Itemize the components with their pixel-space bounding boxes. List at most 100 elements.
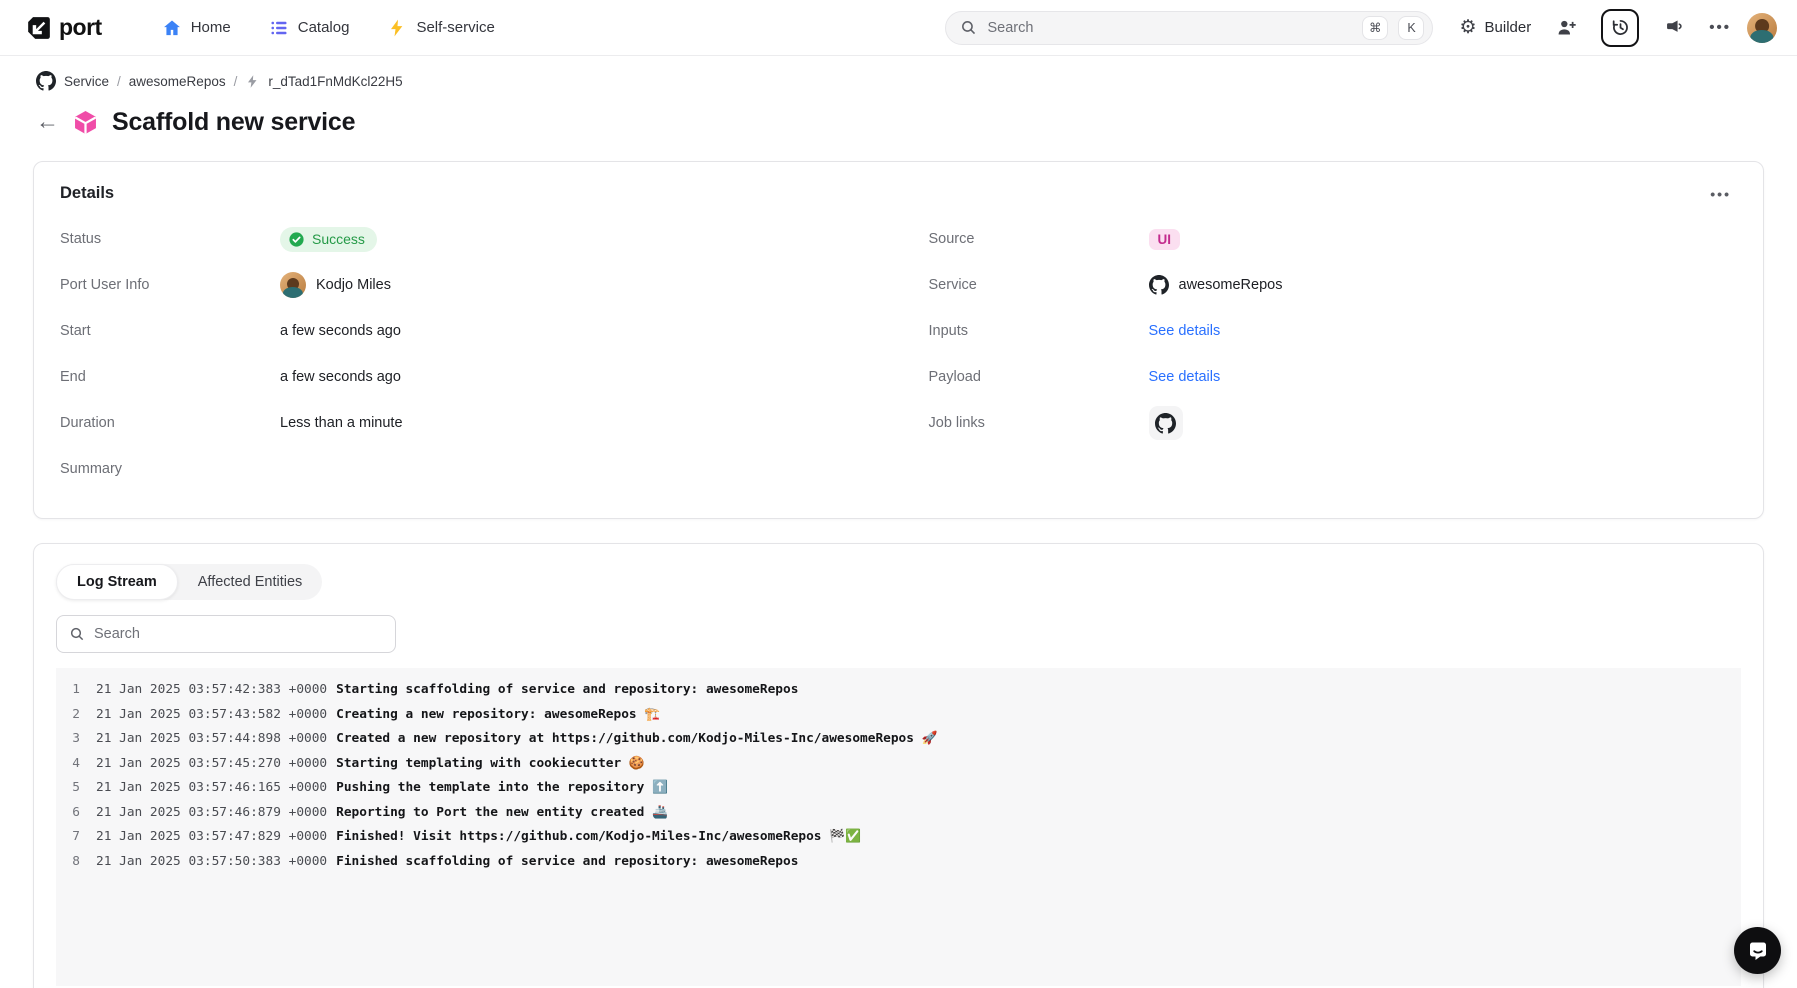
log-message: Reporting to Port the new entity created… [336, 801, 668, 826]
log-row: 5 21 Jan 2025 03:57:46:165 +0000 Pushing… [56, 776, 1741, 801]
nav-catalog[interactable]: Catalog [269, 18, 350, 38]
log-search-input[interactable] [94, 626, 383, 642]
home-icon [162, 18, 182, 38]
search-icon [960, 19, 977, 36]
breadcrumb-run-id[interactable]: r_dTad1FnMdKcl22H5 [268, 74, 402, 89]
log-timestamp: 21 Jan 2025 03:57:50:383 +0000 [96, 850, 327, 875]
log-row: 6 21 Jan 2025 03:57:46:879 +0000 Reporti… [56, 801, 1741, 826]
log-message: Starting scaffolding of service and repo… [336, 678, 798, 703]
log-timestamp: 21 Jan 2025 03:57:47:829 +0000 [96, 825, 327, 850]
details-card: Details ••• Status Success [33, 161, 1764, 519]
log-row: 1 21 Jan 2025 03:57:42:383 +0000 Startin… [56, 678, 1741, 703]
log-timestamp: 21 Jan 2025 03:57:42:383 +0000 [96, 678, 327, 703]
top-navbar: port Home Catalog Self-service [0, 0, 1797, 56]
builder-button[interactable]: ⚙ Builder [1459, 18, 1531, 37]
breadcrumb-entity[interactable]: awesomeRepos [129, 74, 226, 89]
details-menu-button[interactable]: ••• [1704, 184, 1737, 204]
start-label: Start [60, 323, 280, 339]
log-row: 7 21 Jan 2025 03:57:47:829 +0000 Finishe… [56, 825, 1741, 850]
chat-launcher-button[interactable] [1734, 927, 1781, 974]
log-timestamp: 21 Jan 2025 03:57:45:270 +0000 [96, 752, 327, 777]
log-timestamp: 21 Jan 2025 03:57:46:879 +0000 [96, 801, 327, 826]
log-line-number: 5 [56, 776, 96, 801]
details-left-column: Status Success Port User Info [60, 216, 869, 492]
github-icon [36, 71, 56, 91]
runs-history-button[interactable] [1601, 9, 1639, 47]
log-row: 3 21 Jan 2025 03:57:44:898 +0000 Created… [56, 727, 1741, 752]
status-label: Status [60, 231, 280, 247]
job-link-github-button[interactable] [1149, 406, 1183, 440]
detail-row-duration: Duration Less than a minute [60, 400, 869, 446]
source-badge: UI [1149, 229, 1181, 250]
detail-row-service: Service awesomeRepos [929, 262, 1738, 308]
log-search-box [56, 615, 396, 653]
lightning-icon [387, 18, 407, 38]
breadcrumb-service[interactable]: Service [64, 74, 109, 89]
chat-bubble-icon [1746, 939, 1770, 963]
log-row: 4 21 Jan 2025 03:57:45:270 +0000 Startin… [56, 752, 1741, 777]
breadcrumb-separator: / [234, 74, 238, 89]
history-icon [1610, 17, 1631, 38]
log-line-number: 3 [56, 727, 96, 752]
detail-row-source: Source UI [929, 216, 1738, 262]
log-timestamp: 21 Jan 2025 03:57:44:898 +0000 [96, 727, 327, 752]
github-icon [1155, 413, 1176, 434]
detail-row-status: Status Success [60, 216, 869, 262]
nav-home[interactable]: Home [162, 18, 231, 38]
service-name[interactable]: awesomeRepos [1179, 277, 1283, 293]
log-timestamp: 21 Jan 2025 03:57:43:582 +0000 [96, 703, 327, 728]
log-row: 8 21 Jan 2025 03:57:50:383 +0000 Finishe… [56, 850, 1741, 875]
log-stream-viewport[interactable]: 1 21 Jan 2025 03:57:42:383 +0000 Startin… [56, 668, 1741, 986]
run-lightning-icon [245, 74, 260, 89]
job-links-label: Job links [929, 415, 1149, 431]
log-row: 2 21 Jan 2025 03:57:43:582 +0000 Creatin… [56, 703, 1741, 728]
search-icon [69, 626, 85, 642]
log-line-number: 8 [56, 850, 96, 875]
details-grid: Status Success Port User Info [60, 216, 1737, 492]
log-line-number: 1 [56, 678, 96, 703]
status-badge-text: Success [312, 231, 365, 247]
detail-row-inputs: Inputs See details [929, 308, 1738, 354]
title-row: ← Scaffold new service [36, 108, 1764, 137]
gear-icon: ⚙ [1459, 18, 1476, 37]
back-button[interactable]: ← [36, 110, 59, 133]
invite-users-button[interactable] [1547, 9, 1585, 47]
log-line-number: 7 [56, 825, 96, 850]
tab-log-stream[interactable]: Log Stream [56, 564, 178, 600]
tab-affected-entities[interactable]: Affected Entities [178, 565, 323, 599]
detail-row-port-user: Port User Info Kodjo Miles [60, 262, 869, 308]
end-label: End [60, 369, 280, 385]
log-message: Starting templating with cookiecutter 🍪 [336, 752, 645, 777]
page-body: Service / awesomeRepos / r_dTad1FnMdKcl2… [0, 71, 1797, 988]
k-key-badge: K [1398, 16, 1424, 40]
global-search-input[interactable]: Search ⌘ K [945, 11, 1433, 45]
inputs-label: Inputs [929, 323, 1149, 339]
log-line-number: 6 [56, 801, 96, 826]
inputs-see-details-link[interactable]: See details [1149, 323, 1221, 339]
user-avatar[interactable] [1747, 13, 1777, 43]
nav-self-service-label: Self-service [416, 19, 494, 36]
end-value: a few seconds ago [280, 369, 401, 385]
port-logo-icon [26, 15, 52, 41]
log-line-number: 2 [56, 703, 96, 728]
nav-catalog-label: Catalog [298, 19, 350, 36]
duration-label: Duration [60, 415, 280, 431]
nav-self-service[interactable]: Self-service [387, 18, 494, 38]
announcements-button[interactable] [1655, 9, 1693, 47]
payload-label: Payload [929, 369, 1149, 385]
breadcrumb-separator: / [117, 74, 121, 89]
details-heading: Details [60, 184, 114, 203]
details-right-column: Source UI Service awesomeRepos Inpu [929, 216, 1738, 492]
breadcrumb: Service / awesomeRepos / r_dTad1FnMdKcl2… [36, 71, 1764, 91]
detail-row-job-links: Job links [929, 400, 1738, 446]
github-icon [1149, 275, 1169, 295]
detail-row-summary: Summary [60, 446, 869, 492]
log-message: Pushing the template into the repository… [336, 776, 668, 801]
more-options-button[interactable]: ••• [1709, 19, 1731, 36]
port-logo[interactable]: port [26, 14, 102, 41]
payload-see-details-link[interactable]: See details [1149, 369, 1221, 385]
global-search-placeholder: Search [987, 20, 1352, 36]
megaphone-icon [1664, 17, 1685, 38]
log-message: Finished! Visit https://github.com/Kodjo… [336, 825, 861, 850]
port-user-avatar [280, 272, 306, 298]
